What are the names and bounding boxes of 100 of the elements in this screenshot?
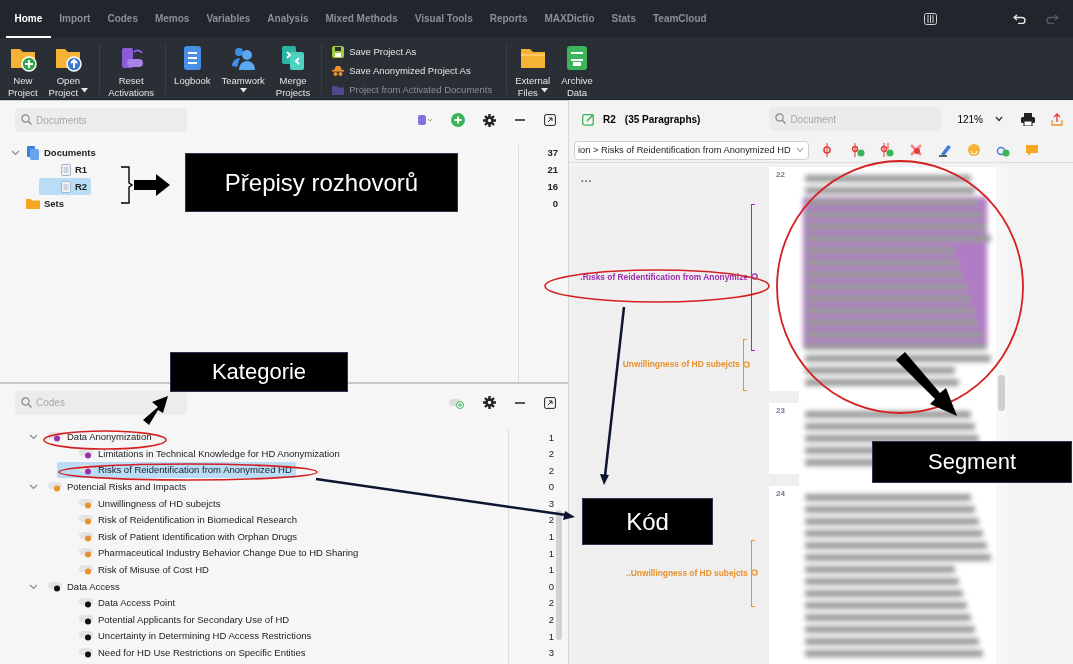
annotation-arrow <box>134 174 170 196</box>
save-icon <box>332 45 345 58</box>
redo-icon[interactable] <box>1045 14 1059 24</box>
tree-item[interactable]: Data Access <box>22 577 124 595</box>
tree-item[interactable]: Unwillingness of HD subejcts <box>57 494 225 512</box>
annotation-label: Kód <box>582 498 713 545</box>
document-icon <box>61 180 71 193</box>
menu-tab[interactable]: Visual Tools <box>406 0 482 38</box>
count: 0 <box>548 480 554 495</box>
tree-item[interactable]: Potential Applicants for Secondary Use of HD <box>57 611 294 628</box>
tree-item[interactable]: Need for HD Use Restrictions on Specific Entities <box>57 644 310 661</box>
more-button[interactable]: ... <box>581 173 593 184</box>
search-icon <box>21 114 32 125</box>
new-code-icon[interactable] <box>449 396 465 409</box>
settings-icon[interactable] <box>483 396 496 409</box>
chevron-icon[interactable] <box>28 432 38 442</box>
code-add-icon[interactable] <box>850 143 865 157</box>
tree-item[interactable]: Limitations in Technical Knowledge for HD Anonymization <box>57 445 344 462</box>
paragraph-number: 23 <box>769 403 799 474</box>
document-filter-icon[interactable] <box>417 114 433 126</box>
caret-icon[interactable] <box>81 88 89 94</box>
chevron-icon[interactable] <box>10 148 20 157</box>
tree-item[interactable]: Documents <box>4 144 100 161</box>
export-icon[interactable] <box>1051 112 1063 126</box>
documents-icon <box>26 145 40 160</box>
count: 2 <box>548 513 554 528</box>
edit-icon[interactable] <box>582 112 595 126</box>
menu-tab[interactable]: Codes <box>98 0 147 38</box>
menu-tab[interactable]: Stats <box>603 0 645 38</box>
ribbon-button[interactable]: Archive Data <box>557 40 597 99</box>
menu-tab[interactable]: Variables <box>197 0 259 38</box>
tree-item[interactable]: R1 <box>39 161 92 178</box>
tree-item[interactable]: Data Anonymization <box>22 428 156 446</box>
annotation-label: Kategorie <box>170 352 348 392</box>
chevron-icon[interactable] <box>28 482 38 492</box>
search-field[interactable]: Document <box>769 107 942 131</box>
paragraph-number: 24 <box>769 485 799 664</box>
menu-tab[interactable]: MAXDictio <box>536 0 603 38</box>
popout-icon[interactable] <box>544 114 556 126</box>
ribbon-button[interactable]: Reset Activations <box>104 40 159 99</box>
document-title: R2 <box>603 113 616 125</box>
code-add-icon[interactable] <box>879 143 894 157</box>
ribbon-button[interactable]: Merge Projects <box>271 40 315 99</box>
menu-tab[interactable]: Reports <box>481 0 536 38</box>
menu-tab[interactable]: Analysis <box>258 0 317 38</box>
ribbon-button[interactable]: Logbook <box>170 40 215 99</box>
search-field[interactable]: Codes <box>15 390 187 415</box>
search-icon <box>21 396 32 408</box>
tree-item[interactable]: Sets <box>4 195 69 212</box>
annotation-arrow <box>896 352 957 416</box>
code-label[interactable]: .Risks of Reidentification from Anonymize <box>580 271 748 282</box>
sets-icon <box>26 197 40 210</box>
scrollbar-thumb[interactable] <box>998 375 1005 411</box>
count: 37 <box>547 146 558 160</box>
search-icon <box>775 113 787 124</box>
count: 1 <box>548 629 554 644</box>
tree-item[interactable]: Risk of Reidentification in Biomedical Research <box>57 511 302 529</box>
settings-icon[interactable] <box>483 113 496 127</box>
caret-icon[interactable] <box>540 88 548 94</box>
chevron-icon <box>994 116 1003 122</box>
code-marker-icon <box>751 273 758 280</box>
tree-item[interactable]: Data Access Point <box>57 594 180 612</box>
code-remove-icon[interactable] <box>908 143 923 157</box>
tree-item[interactable]: R2 <box>39 178 92 195</box>
count: 2 <box>548 596 554 611</box>
scrollbar-thumb[interactable] <box>556 509 562 640</box>
ribbon-button[interactable]: Teamwork <box>217 40 269 99</box>
annotation-label: Segment <box>872 441 1072 483</box>
tree-item[interactable]: Uncertainty in Determining HD Access Restrictions <box>57 627 316 645</box>
spy-icon <box>332 64 345 77</box>
popout-icon[interactable] <box>544 396 556 409</box>
tree-item[interactable]: Risk of Patient Identification with Orphan Drugs <box>57 528 302 545</box>
annotation-arrow <box>143 396 168 425</box>
count: 0 <box>548 579 554 594</box>
print-icon[interactable] <box>1021 112 1035 126</box>
menu-tab[interactable]: Import <box>50 0 99 38</box>
code-path-dropdown[interactable]: ion > Risks of Reidentification from Anonymized HD <box>574 140 809 160</box>
tree-item[interactable]: Potencial Risks and Impacts <box>22 478 191 495</box>
paragraph-count: (35 Paragraphs) <box>624 113 701 125</box>
highlighter-icon[interactable] <box>937 143 952 157</box>
columns-icon[interactable] <box>924 13 937 25</box>
menu-tab[interactable]: Mixed Methods <box>317 0 407 38</box>
add-icon[interactable] <box>451 113 465 127</box>
ribbon-action[interactable]: Save Project As <box>330 43 495 60</box>
zoom-dropdown[interactable]: 121% <box>955 111 1005 127</box>
count: 2 <box>548 463 554 478</box>
undo-icon[interactable] <box>1013 14 1027 24</box>
tree-item[interactable]: Risk of Misuse of Cost HD <box>57 561 213 578</box>
count: 1 <box>548 563 554 578</box>
caret-icon[interactable] <box>239 88 247 93</box>
menu-tab[interactable]: Memos <box>146 0 198 38</box>
search-field[interactable]: Documents <box>15 108 187 132</box>
ribbon-action[interactable]: Save Anonymized Project As <box>330 62 495 79</box>
ribbon-button[interactable]: Open Project <box>44 40 93 99</box>
ribbon-button[interactable]: New Project <box>4 40 42 99</box>
menu-tab[interactable]: TeamCloud <box>644 0 716 38</box>
tree-item[interactable]: Pharmaceutical Industry Behavior Change Due to HD Sharing <box>57 544 363 562</box>
annotation-label: Přepisy rozhovorů <box>185 153 458 212</box>
ribbon-button[interactable]: External Files <box>511 40 555 99</box>
count: 1 <box>548 546 554 561</box>
